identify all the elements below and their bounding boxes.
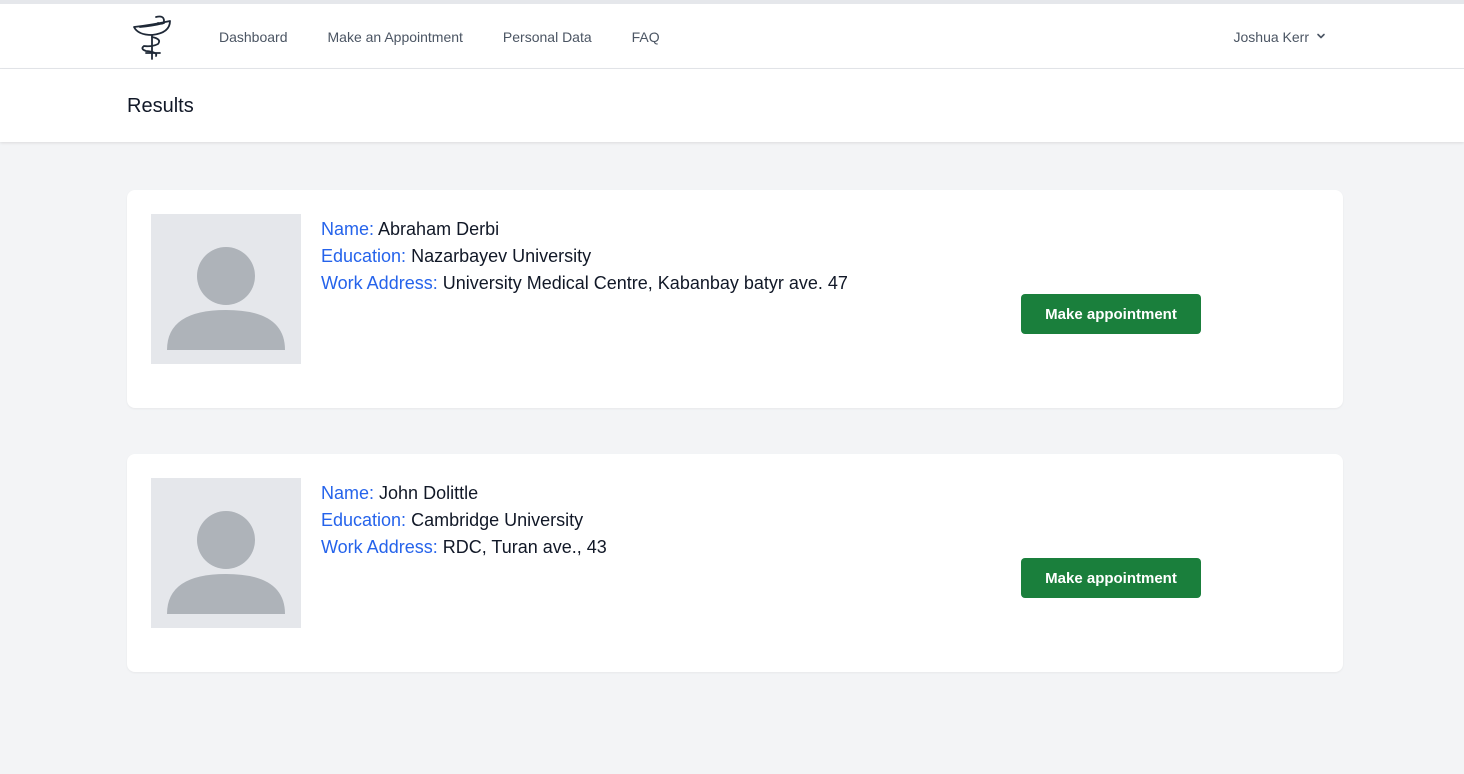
doctor-education: Nazarbayev University (411, 246, 592, 266)
doctor-address: University Medical Centre, Kabanbay baty… (442, 273, 848, 293)
address-label: Work Address: (321, 537, 438, 557)
doctor-info: Name: Abraham Derbi Education: Nazarbaye… (321, 216, 848, 297)
page-title: Results (127, 95, 194, 117)
nav-personal-data[interactable]: Personal Data (503, 29, 592, 45)
doctor-education-line: Education: Nazarbayev University (321, 243, 848, 270)
education-label: Education: (321, 510, 407, 530)
nav-links: Dashboard Make an Appointment Personal D… (219, 4, 700, 69)
navbar: Dashboard Make an Appointment Personal D… (0, 4, 1464, 69)
doctor-name: Abraham Derbi (378, 219, 500, 239)
doctor-card: Name: John Dolittle Education: Cambridge… (127, 454, 1343, 672)
doctor-education: Cambridge University (411, 510, 584, 530)
results-list: Name: Abraham Derbi Education: Nazarbaye… (0, 142, 1464, 672)
user-placeholder-icon (151, 214, 301, 364)
name-label: Name: (321, 483, 375, 503)
logo-icon[interactable] (130, 13, 174, 61)
doctor-info: Name: John Dolittle Education: Cambridge… (321, 480, 607, 561)
education-label: Education: (321, 246, 407, 266)
address-label: Work Address: (321, 273, 438, 293)
nav-dashboard[interactable]: Dashboard (219, 29, 288, 45)
nav-faq[interactable]: FAQ (632, 29, 660, 45)
doctor-address-line: Work Address: RDC, Turan ave., 43 (321, 534, 607, 561)
doctor-name: John Dolittle (379, 483, 479, 503)
make-appointment-button[interactable]: Make appointment (1021, 294, 1201, 334)
user-name: Joshua Kerr (1233, 28, 1309, 45)
doctor-address-line: Work Address: University Medical Centre,… (321, 270, 848, 297)
chevron-down-icon (1315, 29, 1327, 45)
make-appointment-button[interactable]: Make appointment (1021, 558, 1201, 598)
nav-make-appointment[interactable]: Make an Appointment (328, 29, 463, 45)
user-placeholder-icon (151, 478, 301, 628)
doctor-name-line: Name: John Dolittle (321, 480, 607, 507)
doctor-card: Name: Abraham Derbi Education: Nazarbaye… (127, 190, 1343, 408)
doctor-address: RDC, Turan ave., 43 (442, 537, 607, 557)
user-menu[interactable]: Joshua Kerr (1234, 4, 1327, 69)
name-label: Name: (321, 219, 375, 239)
doctor-education-line: Education: Cambridge University (321, 507, 607, 534)
page-header: Results (0, 69, 1464, 142)
doctor-name-line: Name: Abraham Derbi (321, 216, 848, 243)
